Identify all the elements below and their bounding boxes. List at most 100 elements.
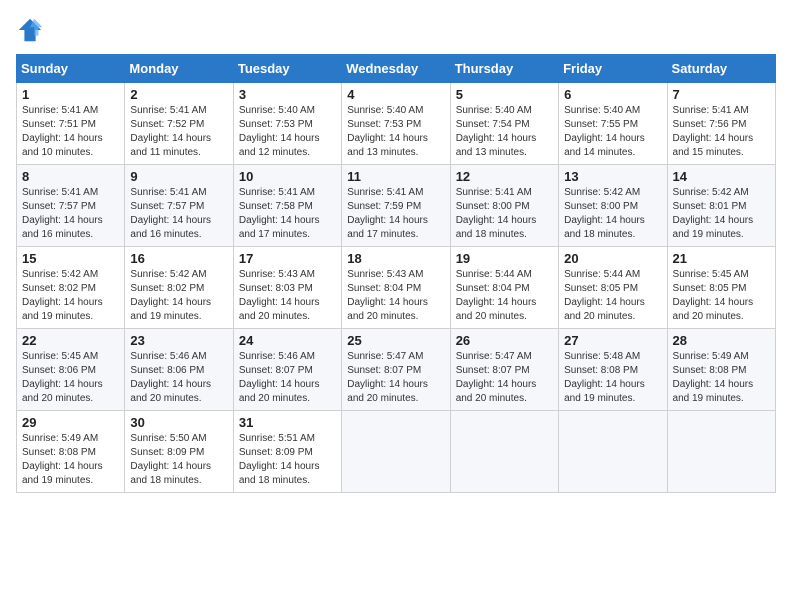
day-number: 3 bbox=[239, 87, 336, 102]
logo-icon bbox=[16, 16, 44, 44]
day-number: 7 bbox=[673, 87, 770, 102]
calendar-cell bbox=[667, 411, 775, 493]
calendar-cell bbox=[450, 411, 558, 493]
day-number: 9 bbox=[130, 169, 227, 184]
calendar-header-row: SundayMondayTuesdayWednesdayThursdayFrid… bbox=[17, 55, 776, 83]
calendar-cell: 20 Sunrise: 5:44 AMSunset: 8:05 PMDaylig… bbox=[559, 247, 667, 329]
calendar-cell: 15 Sunrise: 5:42 AMSunset: 8:02 PMDaylig… bbox=[17, 247, 125, 329]
calendar-week-row: 15 Sunrise: 5:42 AMSunset: 8:02 PMDaylig… bbox=[17, 247, 776, 329]
header-monday: Monday bbox=[125, 55, 233, 83]
day-info: Sunrise: 5:42 AMSunset: 8:02 PMDaylight:… bbox=[22, 268, 119, 324]
calendar-week-row: 29 Sunrise: 5:49 AMSunset: 8:08 PMDaylig… bbox=[17, 411, 776, 493]
calendar-cell: 18 Sunrise: 5:43 AMSunset: 8:04 PMDaylig… bbox=[342, 247, 450, 329]
day-number: 4 bbox=[347, 87, 444, 102]
day-info: Sunrise: 5:46 AMSunset: 8:06 PMDaylight:… bbox=[130, 350, 227, 406]
calendar-cell: 4 Sunrise: 5:40 AMSunset: 7:53 PMDayligh… bbox=[342, 83, 450, 165]
day-info: Sunrise: 5:51 AMSunset: 8:09 PMDaylight:… bbox=[239, 432, 336, 488]
header-tuesday: Tuesday bbox=[233, 55, 341, 83]
day-info: Sunrise: 5:41 AMSunset: 8:00 PMDaylight:… bbox=[456, 186, 553, 242]
day-number: 5 bbox=[456, 87, 553, 102]
day-number: 13 bbox=[564, 169, 661, 184]
day-info: Sunrise: 5:42 AMSunset: 8:00 PMDaylight:… bbox=[564, 186, 661, 242]
day-info: Sunrise: 5:40 AMSunset: 7:53 PMDaylight:… bbox=[347, 104, 444, 160]
day-info: Sunrise: 5:49 AMSunset: 8:08 PMDaylight:… bbox=[673, 350, 770, 406]
calendar-cell: 19 Sunrise: 5:44 AMSunset: 8:04 PMDaylig… bbox=[450, 247, 558, 329]
day-info: Sunrise: 5:41 AMSunset: 7:57 PMDaylight:… bbox=[22, 186, 119, 242]
header-sunday: Sunday bbox=[17, 55, 125, 83]
day-info: Sunrise: 5:46 AMSunset: 8:07 PMDaylight:… bbox=[239, 350, 336, 406]
day-number: 25 bbox=[347, 333, 444, 348]
day-info: Sunrise: 5:45 AMSunset: 8:06 PMDaylight:… bbox=[22, 350, 119, 406]
calendar-cell bbox=[559, 411, 667, 493]
day-number: 11 bbox=[347, 169, 444, 184]
logo bbox=[16, 16, 48, 44]
day-number: 28 bbox=[673, 333, 770, 348]
calendar-cell: 13 Sunrise: 5:42 AMSunset: 8:00 PMDaylig… bbox=[559, 165, 667, 247]
calendar-week-row: 1 Sunrise: 5:41 AMSunset: 7:51 PMDayligh… bbox=[17, 83, 776, 165]
calendar-cell: 29 Sunrise: 5:49 AMSunset: 8:08 PMDaylig… bbox=[17, 411, 125, 493]
day-info: Sunrise: 5:41 AMSunset: 7:56 PMDaylight:… bbox=[673, 104, 770, 160]
day-number: 23 bbox=[130, 333, 227, 348]
calendar-cell: 9 Sunrise: 5:41 AMSunset: 7:57 PMDayligh… bbox=[125, 165, 233, 247]
day-number: 24 bbox=[239, 333, 336, 348]
header-saturday: Saturday bbox=[667, 55, 775, 83]
day-number: 22 bbox=[22, 333, 119, 348]
calendar-cell: 22 Sunrise: 5:45 AMSunset: 8:06 PMDaylig… bbox=[17, 329, 125, 411]
day-info: Sunrise: 5:47 AMSunset: 8:07 PMDaylight:… bbox=[456, 350, 553, 406]
day-number: 26 bbox=[456, 333, 553, 348]
day-info: Sunrise: 5:47 AMSunset: 8:07 PMDaylight:… bbox=[347, 350, 444, 406]
calendar-cell: 10 Sunrise: 5:41 AMSunset: 7:58 PMDaylig… bbox=[233, 165, 341, 247]
day-info: Sunrise: 5:43 AMSunset: 8:04 PMDaylight:… bbox=[347, 268, 444, 324]
day-number: 8 bbox=[22, 169, 119, 184]
calendar-cell bbox=[342, 411, 450, 493]
calendar-week-row: 8 Sunrise: 5:41 AMSunset: 7:57 PMDayligh… bbox=[17, 165, 776, 247]
calendar-cell: 14 Sunrise: 5:42 AMSunset: 8:01 PMDaylig… bbox=[667, 165, 775, 247]
day-info: Sunrise: 5:49 AMSunset: 8:08 PMDaylight:… bbox=[22, 432, 119, 488]
calendar-cell: 31 Sunrise: 5:51 AMSunset: 8:09 PMDaylig… bbox=[233, 411, 341, 493]
calendar-cell: 24 Sunrise: 5:46 AMSunset: 8:07 PMDaylig… bbox=[233, 329, 341, 411]
day-info: Sunrise: 5:48 AMSunset: 8:08 PMDaylight:… bbox=[564, 350, 661, 406]
day-number: 17 bbox=[239, 251, 336, 266]
header-wednesday: Wednesday bbox=[342, 55, 450, 83]
day-info: Sunrise: 5:40 AMSunset: 7:55 PMDaylight:… bbox=[564, 104, 661, 160]
calendar-cell: 21 Sunrise: 5:45 AMSunset: 8:05 PMDaylig… bbox=[667, 247, 775, 329]
day-info: Sunrise: 5:43 AMSunset: 8:03 PMDaylight:… bbox=[239, 268, 336, 324]
day-number: 10 bbox=[239, 169, 336, 184]
calendar-cell: 2 Sunrise: 5:41 AMSunset: 7:52 PMDayligh… bbox=[125, 83, 233, 165]
calendar-cell: 30 Sunrise: 5:50 AMSunset: 8:09 PMDaylig… bbox=[125, 411, 233, 493]
day-info: Sunrise: 5:41 AMSunset: 7:52 PMDaylight:… bbox=[130, 104, 227, 160]
calendar-week-row: 22 Sunrise: 5:45 AMSunset: 8:06 PMDaylig… bbox=[17, 329, 776, 411]
calendar-cell: 12 Sunrise: 5:41 AMSunset: 8:00 PMDaylig… bbox=[450, 165, 558, 247]
day-number: 15 bbox=[22, 251, 119, 266]
day-number: 2 bbox=[130, 87, 227, 102]
day-number: 18 bbox=[347, 251, 444, 266]
header-friday: Friday bbox=[559, 55, 667, 83]
page-header bbox=[16, 16, 776, 44]
calendar-cell: 28 Sunrise: 5:49 AMSunset: 8:08 PMDaylig… bbox=[667, 329, 775, 411]
day-info: Sunrise: 5:44 AMSunset: 8:04 PMDaylight:… bbox=[456, 268, 553, 324]
day-number: 6 bbox=[564, 87, 661, 102]
calendar-cell: 8 Sunrise: 5:41 AMSunset: 7:57 PMDayligh… bbox=[17, 165, 125, 247]
day-number: 27 bbox=[564, 333, 661, 348]
calendar-cell: 7 Sunrise: 5:41 AMSunset: 7:56 PMDayligh… bbox=[667, 83, 775, 165]
calendar-table: SundayMondayTuesdayWednesdayThursdayFrid… bbox=[16, 54, 776, 493]
day-info: Sunrise: 5:44 AMSunset: 8:05 PMDaylight:… bbox=[564, 268, 661, 324]
calendar-cell: 11 Sunrise: 5:41 AMSunset: 7:59 PMDaylig… bbox=[342, 165, 450, 247]
calendar-cell: 23 Sunrise: 5:46 AMSunset: 8:06 PMDaylig… bbox=[125, 329, 233, 411]
header-thursday: Thursday bbox=[450, 55, 558, 83]
day-info: Sunrise: 5:41 AMSunset: 7:51 PMDaylight:… bbox=[22, 104, 119, 160]
calendar-cell: 25 Sunrise: 5:47 AMSunset: 8:07 PMDaylig… bbox=[342, 329, 450, 411]
calendar-cell: 26 Sunrise: 5:47 AMSunset: 8:07 PMDaylig… bbox=[450, 329, 558, 411]
day-info: Sunrise: 5:45 AMSunset: 8:05 PMDaylight:… bbox=[673, 268, 770, 324]
calendar-cell: 5 Sunrise: 5:40 AMSunset: 7:54 PMDayligh… bbox=[450, 83, 558, 165]
day-number: 12 bbox=[456, 169, 553, 184]
day-number: 29 bbox=[22, 415, 119, 430]
calendar-cell: 16 Sunrise: 5:42 AMSunset: 8:02 PMDaylig… bbox=[125, 247, 233, 329]
day-info: Sunrise: 5:42 AMSunset: 8:02 PMDaylight:… bbox=[130, 268, 227, 324]
day-number: 1 bbox=[22, 87, 119, 102]
day-number: 31 bbox=[239, 415, 336, 430]
calendar-cell: 3 Sunrise: 5:40 AMSunset: 7:53 PMDayligh… bbox=[233, 83, 341, 165]
day-number: 21 bbox=[673, 251, 770, 266]
day-number: 14 bbox=[673, 169, 770, 184]
day-info: Sunrise: 5:41 AMSunset: 7:58 PMDaylight:… bbox=[239, 186, 336, 242]
